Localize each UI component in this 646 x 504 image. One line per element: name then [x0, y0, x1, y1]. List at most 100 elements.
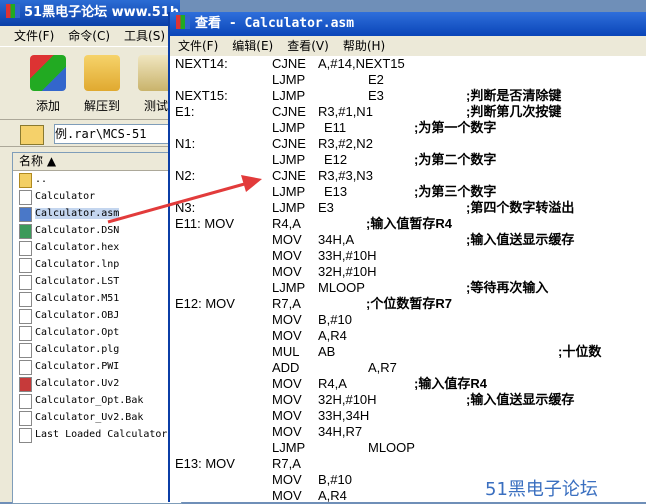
file-icon	[19, 190, 32, 205]
code-op: R7,A	[272, 296, 301, 311]
code-op: CJNE	[272, 104, 306, 119]
file-row[interactable]: ..	[13, 171, 181, 188]
asm-file-icon	[19, 207, 32, 222]
code-op: MOV	[272, 472, 302, 487]
file-name: Calculator_Opt.Bak	[35, 395, 144, 406]
dsn-file-icon	[19, 224, 32, 239]
file-name: Calculator.asm	[35, 208, 120, 219]
column-header-label: 名称	[19, 154, 44, 168]
code-op: LJMP	[272, 184, 306, 199]
file-icon	[19, 394, 32, 409]
file-name: ..	[35, 174, 48, 185]
file-name: Calculator.lnp	[35, 259, 120, 270]
code-comment: ;输入值送显示缓存	[466, 232, 575, 247]
winrar-title: 51黑电子论坛 www.51h	[24, 5, 180, 20]
viewer-menu-help[interactable]: 帮助(H)	[343, 39, 385, 53]
code-op: MOV	[272, 232, 302, 247]
code-comment: ;输入值存R4	[414, 376, 487, 391]
code-comment: ;为第二个数字	[414, 152, 497, 167]
file-name: Calculator_Uv2.Bak	[35, 412, 144, 423]
file-list: 名称 ▲ .. Calculator Calculator.asm Calculato…	[12, 152, 182, 504]
menu-command[interactable]: 命令(C)	[68, 29, 110, 43]
code-label: N3:	[175, 200, 196, 215]
watermark-text: 51黑电子论坛	[485, 479, 598, 500]
file-row[interactable]: Calculator.asm	[13, 205, 181, 222]
extract-to-button[interactable]: 解压到	[76, 51, 128, 115]
viewer-menu-edit[interactable]: 编辑(E)	[232, 39, 273, 53]
file-name: Calculator	[35, 191, 96, 202]
code-args: 32H,#10H	[318, 264, 377, 279]
extract-folder-icon	[84, 55, 120, 91]
file-row[interactable]: Calculator.plg	[13, 341, 181, 358]
code-op: MOV	[272, 312, 302, 327]
winrar-titlebar[interactable]: 51黑电子论坛 www.51h	[0, 0, 180, 26]
viewer-title: 查看 - Calculator.asm	[195, 16, 355, 31]
code-comment: ;输入值送显示缓存	[466, 392, 575, 407]
file-row[interactable]: Calculator	[13, 188, 181, 205]
add-button[interactable]: 添加	[22, 51, 74, 115]
code-view[interactable]: NEXT14: CJNE A,#14,NEXT15 LJMP E2 NEXT15: LJMP…	[170, 56, 646, 502]
code-comment: ;十位数	[558, 344, 602, 359]
viewer-menubar: 文件(F) 编辑(E) 查看(V) 帮助(H)	[170, 36, 646, 56]
code-op: MOV	[272, 264, 302, 279]
code-comment: ;第四个数字转溢出	[466, 200, 575, 215]
viewer-menu-file[interactable]: 文件(F)	[178, 39, 218, 53]
code-op: CJNE	[272, 136, 306, 151]
file-name: Calculator.DSN	[35, 225, 120, 236]
code-op: CJNE	[272, 56, 306, 71]
file-icon	[19, 258, 32, 273]
code-args: E12	[324, 152, 348, 167]
code-op: MOV	[272, 392, 302, 407]
file-row[interactable]: Calculator.lnp	[13, 256, 181, 273]
file-name: Last Loaded Calculator	[35, 429, 168, 440]
code-op: LJMP	[272, 440, 306, 455]
winrar-address-bar: 例.rar\MCS-51	[0, 122, 182, 147]
file-row[interactable]: Calculator_Uv2.Bak	[13, 409, 181, 426]
code-op: MOV	[272, 408, 302, 423]
viewer-titlebar[interactable]: 查看 - Calculator.asm	[170, 12, 646, 36]
code-op: R4,A	[272, 216, 301, 231]
file-row[interactable]: Calculator.PWI	[13, 358, 181, 375]
file-icon	[19, 241, 32, 256]
file-row[interactable]: Calculator.DSN	[13, 222, 181, 239]
code-args: B,#10	[318, 472, 352, 487]
code-comment: ;等待再次输入	[466, 280, 549, 295]
up-folder-icon[interactable]	[20, 125, 44, 145]
code-op: MOV	[272, 488, 302, 502]
file-row[interactable]: Last Loaded Calculator	[13, 426, 181, 443]
code-op: CJNE	[272, 168, 306, 183]
archive-path[interactable]: 例.rar\MCS-51	[54, 124, 182, 144]
code-args: A,#14,NEXT15	[318, 56, 405, 71]
file-row[interactable]: Calculator.OBJ	[13, 307, 181, 324]
file-row[interactable]: Calculator.M51	[13, 290, 181, 307]
file-row[interactable]: Calculator.Uv2	[13, 375, 181, 392]
file-row[interactable]: Calculator_Opt.Bak	[13, 392, 181, 409]
viewer-menu-view[interactable]: 查看(V)	[287, 39, 329, 53]
code-args: A,R4	[318, 488, 347, 502]
file-row[interactable]: Calculator.hex	[13, 239, 181, 256]
code-op: MUL	[272, 344, 300, 359]
code-op: MOV	[272, 328, 302, 343]
code-op: MOV	[272, 376, 302, 391]
file-name: Calculator.Opt	[35, 327, 120, 338]
file-icon	[19, 360, 32, 375]
file-name: Calculator.PWI	[35, 361, 120, 372]
file-row[interactable]: Calculator.LST	[13, 273, 181, 290]
winrar-menubar: 文件(F) 命令(C) 工具(S)	[0, 26, 180, 46]
code-args: 33H,#10H	[318, 248, 377, 263]
code-args: E11	[324, 120, 347, 135]
file-row[interactable]: Calculator.Opt	[13, 324, 181, 341]
code-comment: ;输入值暂存R4	[366, 216, 452, 231]
menu-tools[interactable]: 工具(S)	[124, 29, 165, 43]
code-op: LJMP	[272, 72, 306, 87]
menu-file[interactable]: 文件(F)	[14, 29, 54, 43]
code-args: E2	[368, 72, 384, 87]
code-comment: ;判断第几次按键	[466, 104, 562, 119]
code-op: MOV	[272, 248, 302, 263]
code-args: A,R4	[318, 328, 347, 343]
file-name: Calculator.Uv2	[35, 378, 120, 389]
code-op: ADD	[272, 360, 300, 375]
code-label: E1:	[175, 104, 195, 119]
code-args: 33H,34H	[318, 408, 370, 423]
column-header-name[interactable]: 名称 ▲	[13, 153, 181, 171]
